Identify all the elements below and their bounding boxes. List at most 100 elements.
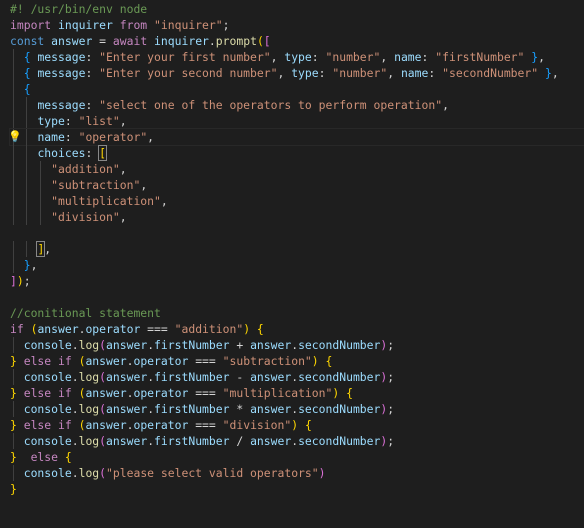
- code-token: ===: [188, 354, 223, 368]
- code-token: from: [119, 18, 148, 32]
- code-editor[interactable]: #! /usr/bin/env node import inquirer from…: [0, 0, 584, 528]
- code-token: firstNumber: [154, 338, 230, 352]
- code-token: "subtraction": [51, 178, 141, 192]
- code-line[interactable]: }: [10, 481, 584, 497]
- code-token: name: [394, 50, 422, 64]
- indent-guide: [26, 193, 28, 209]
- code-line[interactable]: type: "list",: [10, 113, 584, 129]
- code-token: ,: [119, 114, 127, 128]
- code-line[interactable]: } else if (answer.operator === "division…: [10, 417, 584, 433]
- code-token: "addition": [51, 162, 120, 176]
- code-line[interactable]: console.log(answer.firstNumber / answer.…: [10, 433, 584, 449]
- code-token: answer: [44, 34, 100, 48]
- indent-guide: [12, 257, 14, 273]
- code-token: ===: [188, 418, 223, 432]
- code-token: firstNumber: [154, 402, 230, 416]
- code-area[interactable]: #! /usr/bin/env node import inquirer from…: [8, 1, 584, 497]
- indent-guide: [26, 97, 28, 113]
- code-token: console: [23, 370, 72, 384]
- indent-guide: [26, 113, 28, 129]
- code-token: {: [23, 66, 31, 80]
- code-token: {: [325, 354, 333, 368]
- code-token: ,: [30, 258, 38, 272]
- code-token: :: [85, 98, 100, 112]
- indent-guide: [12, 177, 14, 193]
- code-token: (: [99, 338, 107, 352]
- code-line[interactable]: } else {: [10, 449, 584, 465]
- code-token: "subtraction": [222, 354, 312, 368]
- code-line[interactable]: console.log(answer.firstNumber * answer.…: [10, 401, 584, 417]
- code-token: ,: [551, 66, 559, 80]
- code-line[interactable]: console.log(answer.firstNumber + answer.…: [10, 337, 584, 353]
- code-token: else: [23, 386, 52, 400]
- code-line[interactable]: //conitional statement: [10, 305, 584, 321]
- indent-guide: [40, 209, 42, 225]
- code-token: "firstNumber": [435, 50, 525, 64]
- code-token: ,: [442, 98, 449, 112]
- code-token: :: [64, 114, 79, 128]
- code-line[interactable]: ],: [10, 241, 584, 257]
- code-line[interactable]: },: [10, 257, 584, 273]
- code-token: }: [10, 482, 17, 496]
- lightbulb-icon[interactable]: 💡: [8, 130, 22, 144]
- code-token: ]: [10, 274, 17, 288]
- code-token: .: [71, 466, 79, 480]
- code-line[interactable]: if (answer.operator === "addition") {: [10, 321, 584, 337]
- code-token: :: [311, 50, 326, 64]
- code-line[interactable]: } else if (answer.operator === "multipli…: [10, 385, 584, 401]
- code-token: "secondNumber": [442, 66, 539, 80]
- code-token: {: [23, 82, 31, 96]
- code-line[interactable]: "addition",: [10, 161, 584, 177]
- code-token: :: [421, 50, 436, 64]
- code-token: answer: [250, 402, 292, 416]
- code-token: "addition": [174, 322, 244, 336]
- code-line[interactable]: [10, 225, 584, 241]
- code-line[interactable]: const answer = await inquirer.prompt([: [10, 33, 584, 49]
- indent-guide: [12, 433, 14, 449]
- code-line[interactable]: { message: "Enter your first number", ty…: [10, 49, 584, 65]
- code-token: log: [78, 402, 100, 416]
- indent-guide: [12, 193, 14, 209]
- code-token: }: [10, 450, 17, 464]
- code-line[interactable]: console.log("please select valid operato…: [10, 465, 584, 481]
- indent-guide: [40, 161, 42, 177]
- code-token: "list": [78, 114, 120, 128]
- code-token: answer: [106, 370, 148, 384]
- code-token: "inquirer": [154, 18, 223, 32]
- code-line[interactable]: "multiplication",: [10, 193, 584, 209]
- code-line[interactable]: } else if (answer.operator === "subtract…: [10, 353, 584, 369]
- code-token: log: [78, 370, 100, 384]
- code-token: "please select valid operators": [106, 466, 319, 480]
- code-line[interactable]: { message: "Enter your second number", t…: [10, 65, 584, 81]
- code-line[interactable]: message: "select one of the operators to…: [10, 97, 584, 113]
- code-line[interactable]: "division",: [10, 209, 584, 225]
- code-line[interactable]: console.log(answer.firstNumber - answer.…: [10, 369, 584, 385]
- code-token: +: [229, 338, 251, 352]
- code-token: answer: [85, 418, 127, 432]
- code-token: inquirer: [51, 18, 120, 32]
- code-token: .: [71, 370, 79, 384]
- code-token: ): [311, 354, 319, 368]
- code-token: ,: [380, 50, 395, 64]
- code-line[interactable]: import inquirer from "inquirer";: [10, 17, 584, 33]
- code-token: ;: [387, 434, 395, 448]
- code-token: {: [64, 450, 72, 464]
- code-token: {: [23, 50, 31, 64]
- code-token: (: [99, 466, 107, 480]
- code-token: ===: [188, 386, 223, 400]
- code-token: answer: [106, 434, 148, 448]
- code-line[interactable]: [10, 289, 584, 305]
- code-token: ,: [270, 50, 285, 64]
- indent-guide: [12, 97, 14, 113]
- code-line[interactable]: {: [10, 81, 584, 97]
- code-line[interactable]: ]);: [10, 273, 584, 289]
- code-line[interactable]: choices: [: [10, 145, 584, 161]
- code-line[interactable]: name: "operator", 💡: [8, 128, 584, 146]
- code-line[interactable]: "subtraction",: [10, 177, 584, 193]
- code-line[interactable]: #! /usr/bin/env node: [10, 1, 584, 17]
